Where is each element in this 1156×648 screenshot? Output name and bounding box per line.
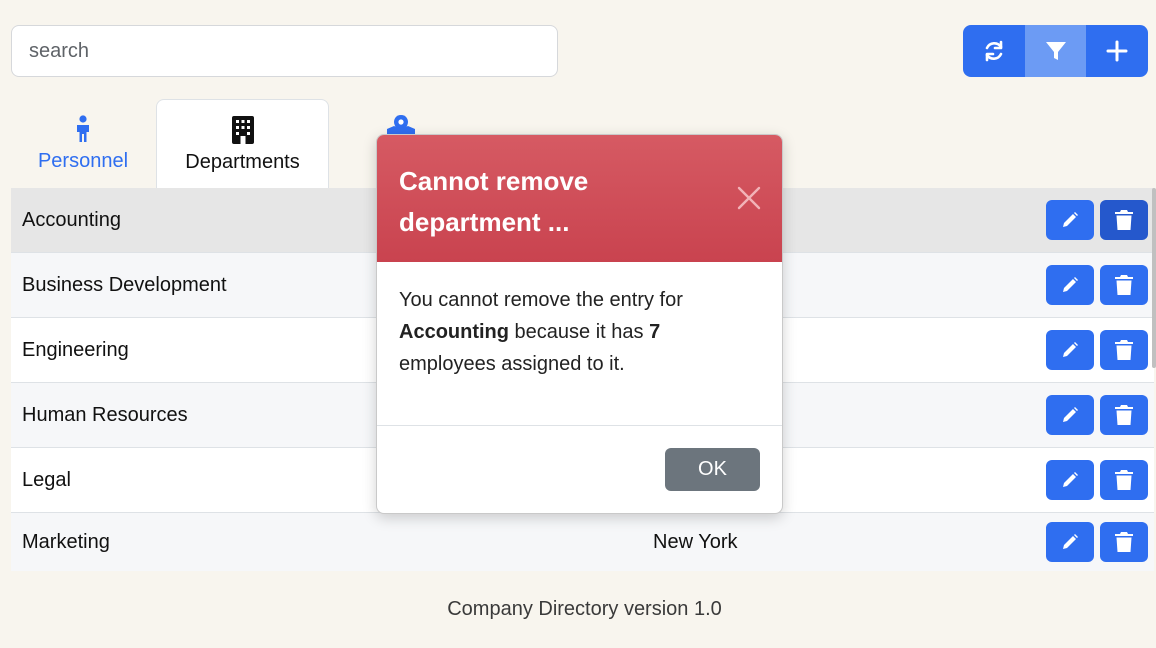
delete-button[interactable] bbox=[1100, 200, 1148, 240]
department-name: Legal bbox=[22, 468, 71, 491]
employee-count: 7 bbox=[649, 321, 661, 343]
edit-button[interactable] bbox=[1046, 265, 1094, 305]
search-input[interactable] bbox=[11, 25, 558, 77]
edit-button[interactable] bbox=[1046, 200, 1094, 240]
delete-button[interactable] bbox=[1100, 522, 1148, 562]
pencil-icon bbox=[1063, 472, 1078, 487]
trash-icon bbox=[1115, 210, 1133, 230]
pencil-icon bbox=[1063, 407, 1078, 422]
department-name: Engineering bbox=[22, 338, 129, 361]
pencil-icon bbox=[1063, 534, 1078, 549]
edit-button[interactable] bbox=[1046, 395, 1094, 435]
add-button[interactable] bbox=[1086, 25, 1148, 77]
error-modal: Cannot remove department ... You cannot … bbox=[376, 134, 783, 514]
delete-button[interactable] bbox=[1100, 265, 1148, 305]
trash-icon bbox=[1115, 532, 1133, 552]
pencil-icon bbox=[1063, 277, 1078, 292]
department-name: Business Development bbox=[22, 273, 227, 296]
edit-button[interactable] bbox=[1046, 522, 1094, 562]
refresh-icon bbox=[985, 40, 1003, 62]
pencil-icon bbox=[1063, 342, 1078, 357]
pencil-icon bbox=[1063, 212, 1078, 227]
tab-departments[interactable]: Departments bbox=[156, 99, 329, 188]
scrollbar[interactable] bbox=[1152, 188, 1156, 368]
close-icon bbox=[737, 186, 761, 210]
person-icon bbox=[73, 114, 93, 144]
trash-icon bbox=[1115, 470, 1133, 490]
modal-body: You cannot remove the entry for Accounti… bbox=[377, 262, 782, 426]
tab-label: Personnel bbox=[37, 150, 129, 172]
filter-button[interactable] bbox=[1024, 25, 1087, 77]
plus-icon bbox=[1106, 40, 1128, 62]
department-name: Marketing bbox=[22, 530, 110, 553]
trash-icon bbox=[1115, 340, 1133, 360]
trash-icon bbox=[1115, 275, 1133, 295]
refresh-button[interactable] bbox=[963, 25, 1025, 77]
ok-button[interactable]: OK bbox=[665, 448, 760, 491]
department-name: Accounting bbox=[22, 208, 121, 231]
department-location: New York bbox=[653, 530, 738, 553]
edit-button[interactable] bbox=[1046, 330, 1094, 370]
trash-icon bbox=[1115, 405, 1133, 425]
modal-header: Cannot remove department ... bbox=[377, 135, 782, 262]
close-button[interactable] bbox=[736, 185, 762, 211]
building-icon bbox=[231, 115, 254, 145]
department-name-strong: Accounting bbox=[399, 321, 509, 343]
delete-button[interactable] bbox=[1100, 395, 1148, 435]
delete-button[interactable] bbox=[1100, 460, 1148, 500]
tab-label: Departments bbox=[185, 150, 300, 173]
modal-text: because it has bbox=[509, 321, 650, 343]
modal-footer: OK bbox=[377, 426, 782, 513]
modal-title: Cannot remove department ... bbox=[399, 166, 589, 237]
modal-text: employees assigned to it. bbox=[399, 353, 625, 375]
tab-personnel[interactable]: Personnel bbox=[21, 99, 145, 188]
edit-button[interactable] bbox=[1046, 460, 1094, 500]
department-name: Human Resources bbox=[22, 403, 188, 426]
table-row: Marketing New York bbox=[11, 513, 1154, 571]
toolbar-button-group bbox=[963, 25, 1148, 77]
modal-text: You cannot remove the entry for bbox=[399, 289, 683, 311]
filter-icon bbox=[1045, 42, 1066, 60]
footer-text: Company Directory version 1.0 bbox=[447, 598, 722, 620]
delete-button[interactable] bbox=[1100, 330, 1148, 370]
